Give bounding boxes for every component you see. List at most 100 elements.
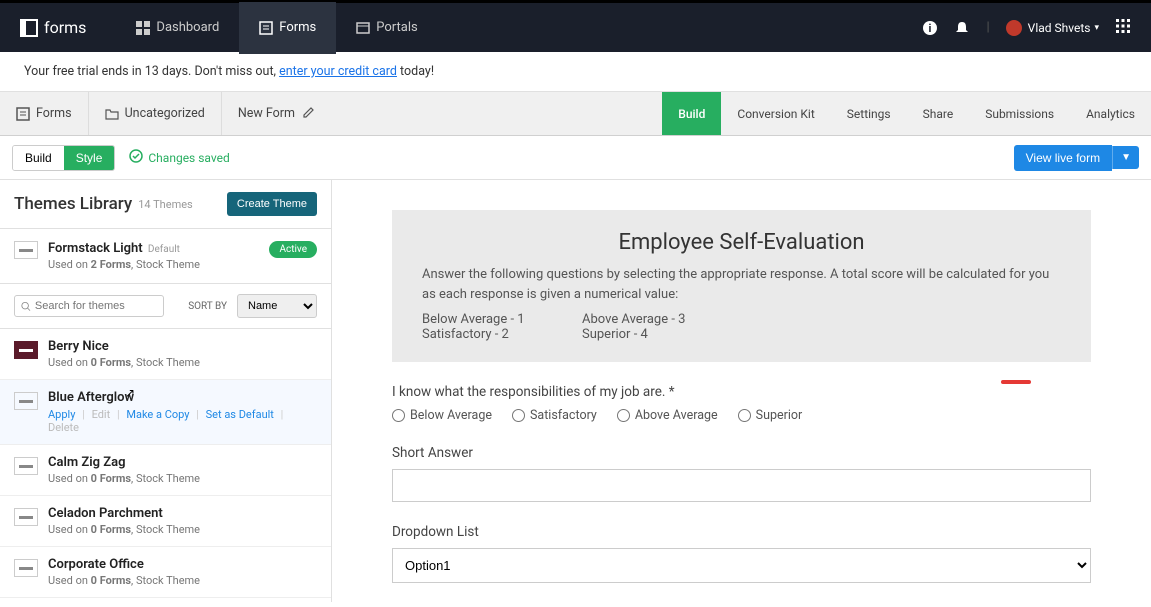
radio-option[interactable]: Superior xyxy=(738,408,803,423)
search-sort-row: SORT BY Name xyxy=(0,284,331,329)
tab-submissions[interactable]: Submissions xyxy=(969,92,1070,135)
short-answer: Short Answer xyxy=(392,445,1091,502)
check-circle-icon xyxy=(129,149,143,166)
theme-thumb-icon xyxy=(14,341,38,359)
theme-name: Corporate Office xyxy=(48,557,200,572)
form-title: Employee Self-Evaluation xyxy=(422,230,1061,255)
tab-build[interactable]: Build xyxy=(662,92,721,135)
theme-meta: Used on 0 Forms, Stock Theme xyxy=(48,574,200,587)
theme-item[interactable]: Corporate Office Used on 0 Forms, Stock … xyxy=(0,547,331,598)
build-style-toggle: Build Style xyxy=(12,145,115,171)
theme-item[interactable]: Celadon Parchment Used on 0 Forms, Stock… xyxy=(0,496,331,547)
trial-suffix: today! xyxy=(397,64,434,79)
theme-item[interactable]: Calm Zig Zag Used on 0 Forms, Stock Them… xyxy=(0,445,331,496)
view-live-form-button[interactable]: View live form xyxy=(1014,145,1112,171)
theme-thumb-icon xyxy=(14,457,38,475)
theme-edit: Edit xyxy=(92,408,111,421)
tab-conversion-kit[interactable]: Conversion Kit xyxy=(721,92,830,135)
theme-set-default[interactable]: Set as Default xyxy=(206,408,274,421)
toggle-style[interactable]: Style xyxy=(64,146,115,170)
tab-settings[interactable]: Settings xyxy=(831,92,907,135)
search-input[interactable] xyxy=(35,300,157,312)
current-theme[interactable]: Formstack Light Default Used on 2 Forms,… xyxy=(0,229,331,284)
theme-meta: Used on 0 Forms, Stock Theme xyxy=(48,472,200,485)
themes-header: Themes Library 14 Themes Create Theme xyxy=(0,180,331,229)
theme-apply[interactable]: Apply xyxy=(48,408,75,421)
dropdown-select[interactable]: Option1 xyxy=(392,548,1091,583)
logo-icon xyxy=(20,19,38,37)
edit-pencil-icon[interactable] xyxy=(303,106,315,122)
toggle-build[interactable]: Build xyxy=(13,146,64,170)
create-theme-button[interactable]: Create Theme xyxy=(227,192,317,216)
view-live-form-dropdown[interactable]: ▼ xyxy=(1112,146,1139,169)
portals-icon xyxy=(356,21,370,35)
question-label: Short Answer xyxy=(392,445,1091,461)
tab-analytics[interactable]: Analytics xyxy=(1070,92,1151,135)
info-icon[interactable]: i xyxy=(914,20,946,36)
search-input-wrap[interactable] xyxy=(14,295,164,317)
current-theme-name: Formstack Light Default xyxy=(48,241,200,256)
radio-option[interactable]: Satisfactory xyxy=(512,408,597,423)
breadcrumb-label: Uncategorized xyxy=(125,106,205,121)
breadcrumb-forms[interactable]: Forms xyxy=(0,92,89,135)
short-answer-input[interactable] xyxy=(392,469,1091,502)
nav-dashboard[interactable]: Dashboard xyxy=(116,2,239,54)
breadcrumb-category[interactable]: Uncategorized xyxy=(89,92,222,135)
tab-share[interactable]: Share xyxy=(907,92,970,135)
nav-portals-label: Portals xyxy=(376,20,417,35)
annotation-mark xyxy=(1001,380,1031,384)
sort-label: SORT BY xyxy=(188,301,227,312)
theme-name: Calm Zig Zag xyxy=(48,455,200,470)
theme-name: Celadon Parchment xyxy=(48,506,200,521)
nav-portals[interactable]: Portals xyxy=(336,2,437,54)
question-label: I know what the responsibilities of my j… xyxy=(392,384,1091,400)
toolbar: Build Style Changes saved View live form… xyxy=(0,136,1151,180)
radio-option[interactable]: Below Average xyxy=(392,408,492,423)
trial-link[interactable]: enter your credit card xyxy=(279,64,397,79)
radio-input[interactable] xyxy=(512,409,525,422)
dashboard-icon xyxy=(136,21,150,35)
theme-item[interactable]: Blue Afterglow Apply | Edit | Make a Cop… xyxy=(0,380,331,445)
form-header: Employee Self-Evaluation Answer the foll… xyxy=(392,210,1091,362)
user-menu[interactable]: Vlad Shvets ▾ xyxy=(998,20,1107,36)
breadcrumb-formname[interactable]: New Form xyxy=(222,92,331,135)
save-status-text: Changes saved xyxy=(148,151,229,165)
themes-title: Themes Library xyxy=(14,194,132,214)
nav-forms[interactable]: Forms xyxy=(239,2,336,54)
themes-sidebar: Themes Library 14 Themes Create Theme Fo… xyxy=(0,180,332,602)
sort-select[interactable]: Name xyxy=(237,294,317,318)
forms-small-icon xyxy=(16,107,30,121)
theme-thumb-icon xyxy=(14,508,38,526)
top-nav: forms Dashboard Forms Portals i | Vlad S… xyxy=(0,0,1151,52)
radio-input[interactable] xyxy=(617,409,630,422)
trial-banner: Your free trial ends in 13 days. Don't m… xyxy=(0,52,1151,92)
question-1: I know what the responsibilities of my j… xyxy=(392,384,1091,423)
forms-icon xyxy=(259,21,273,35)
theme-item[interactable]: Berry Nice Used on 0 Forms, Stock Theme xyxy=(0,329,331,380)
current-theme-meta: Used on 2 Forms, Stock Theme xyxy=(48,258,200,271)
form-canvas: Employee Self-Evaluation Answer the foll… xyxy=(332,180,1151,602)
theme-name: Berry Nice xyxy=(48,339,200,354)
theme-meta: Used on 0 Forms, Stock Theme xyxy=(48,523,200,536)
radio-input[interactable] xyxy=(738,409,751,422)
nav-dashboard-label: Dashboard xyxy=(156,20,219,35)
logo-text: forms xyxy=(44,18,86,37)
question-label: Dropdown List xyxy=(392,524,1091,540)
folder-icon xyxy=(105,107,119,121)
apps-grid-icon[interactable] xyxy=(1115,18,1131,38)
theme-copy[interactable]: Make a Copy xyxy=(126,408,189,421)
active-badge: Active xyxy=(269,241,317,258)
avatar-icon xyxy=(1006,20,1022,36)
theme-name: Blue Afterglow xyxy=(48,390,317,405)
radio-option[interactable]: Above Average xyxy=(617,408,718,423)
theme-item[interactable]: Dusk Pop Used on 0 Forms, Stock Theme xyxy=(0,598,331,602)
themes-count: 14 Themes xyxy=(138,198,193,211)
theme-thumb-icon xyxy=(14,559,38,577)
theme-delete: Delete xyxy=(48,421,79,434)
trial-text: Your free trial ends in 13 days. Don't m… xyxy=(24,64,279,79)
radio-input[interactable] xyxy=(392,409,405,422)
user-name: Vlad Shvets xyxy=(1028,21,1091,35)
notification-bell-icon[interactable] xyxy=(946,20,978,36)
app-logo[interactable]: forms xyxy=(20,18,86,37)
chevron-down-icon: ▾ xyxy=(1094,23,1099,33)
